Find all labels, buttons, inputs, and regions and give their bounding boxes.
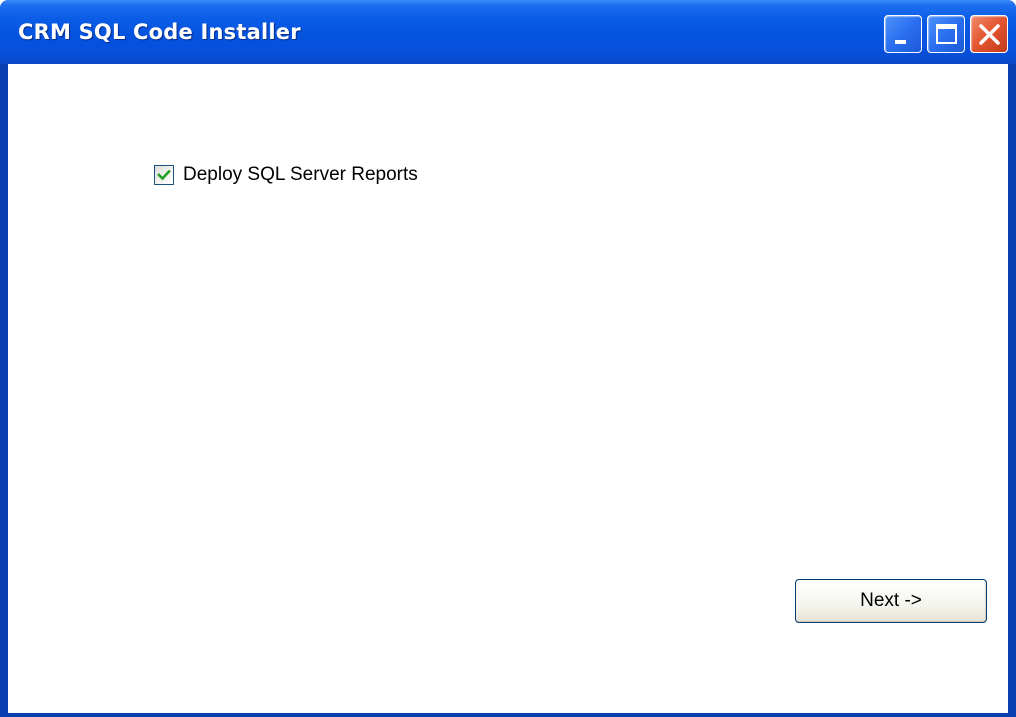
close-button[interactable] xyxy=(970,15,1008,53)
deploy-reports-option[interactable]: Deploy SQL Server Reports xyxy=(154,162,418,188)
installer-window: CRM SQL Code Installer Deploy SQL Server xyxy=(0,0,1016,717)
next-button[interactable]: Next -> xyxy=(795,579,987,623)
deploy-reports-label[interactable]: Deploy SQL Server Reports xyxy=(183,164,418,186)
deploy-reports-checkbox[interactable] xyxy=(154,165,174,185)
maximize-button[interactable] xyxy=(927,15,965,53)
title-bar[interactable]: CRM SQL Code Installer xyxy=(0,0,1016,64)
close-icon xyxy=(979,24,1000,45)
maximize-icon xyxy=(936,24,957,44)
checkmark-icon xyxy=(157,169,171,181)
minimize-icon xyxy=(895,40,906,44)
window-frame-bottom xyxy=(0,713,1016,717)
minimize-button[interactable] xyxy=(884,15,922,53)
window-title: CRM SQL Code Installer xyxy=(18,20,301,44)
